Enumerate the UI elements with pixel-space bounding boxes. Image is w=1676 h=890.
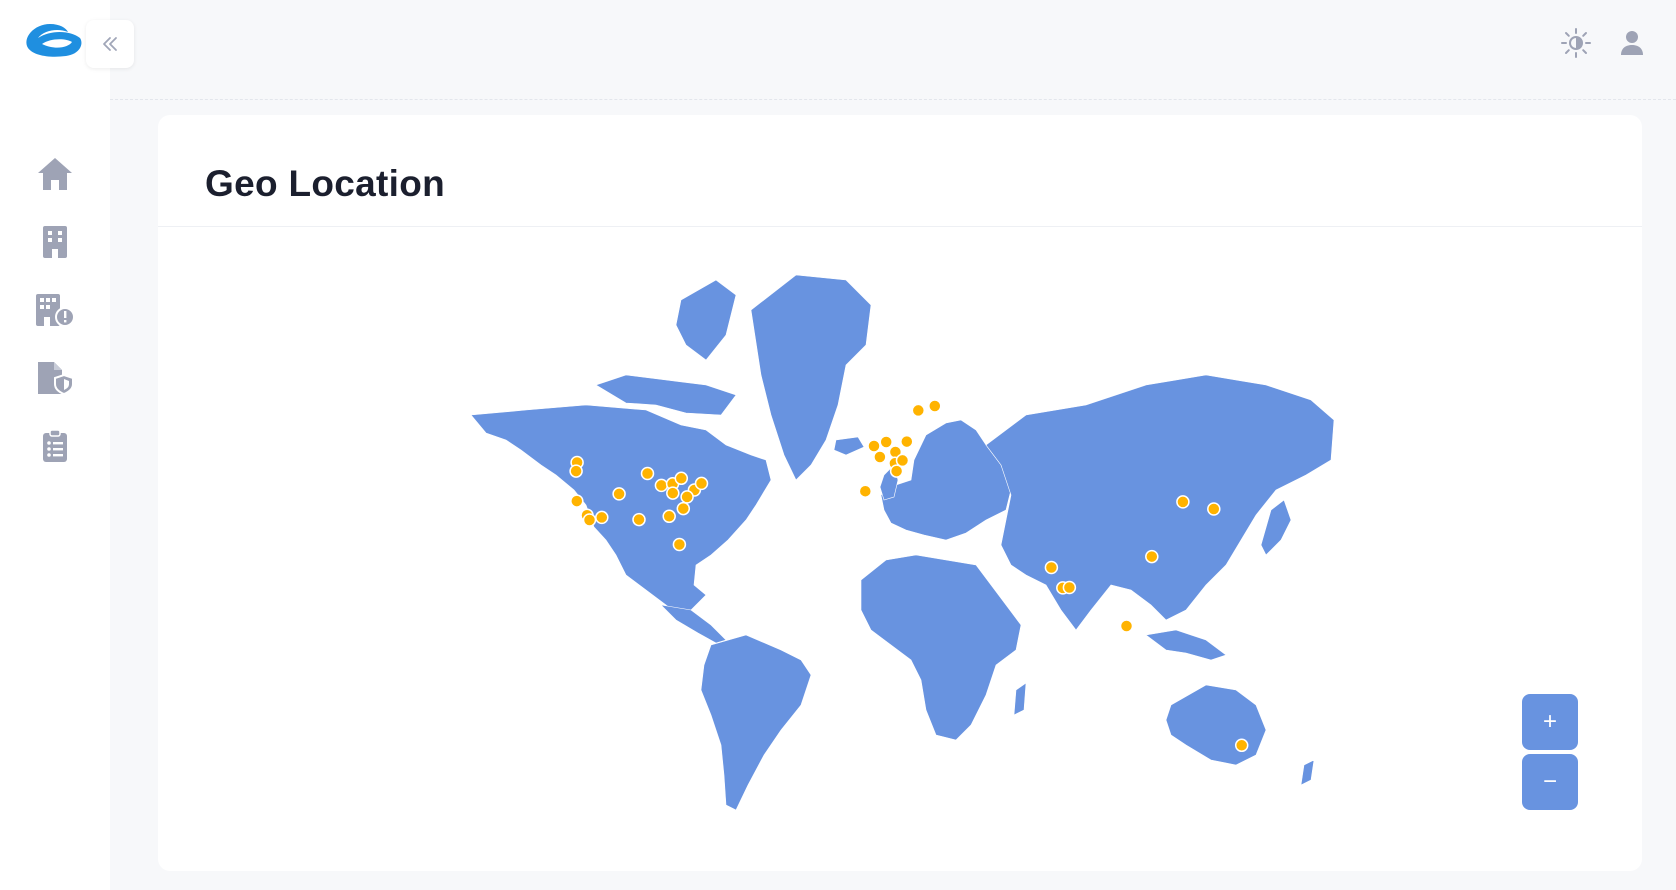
location-marker[interactable] [640, 466, 655, 481]
page-title: Geo Location [205, 163, 445, 204]
building-icon [43, 226, 67, 258]
land-europe [880, 419, 1012, 541]
location-marker[interactable] [873, 450, 887, 464]
location-marker[interactable] [889, 464, 904, 478]
location-marker[interactable] [1044, 560, 1059, 575]
location-marker[interactable] [570, 494, 584, 508]
land-southeast-asia [1145, 629, 1227, 661]
zoom-out-button[interactable]: − [1522, 754, 1578, 810]
location-marker[interactable] [612, 487, 626, 501]
sidebar-item-reports[interactable] [0, 412, 110, 480]
location-marker[interactable] [672, 537, 687, 552]
location-marker[interactable] [879, 435, 893, 449]
building-alert-icon [36, 294, 75, 327]
location-marker[interactable] [582, 513, 597, 527]
sidebar-item-policy[interactable] [0, 344, 110, 412]
location-marker[interactable] [674, 471, 689, 486]
location-marker[interactable] [911, 403, 926, 418]
top-bar [110, 0, 1676, 100]
user-icon [1621, 31, 1643, 55]
location-marker[interactable] [676, 501, 691, 516]
land-south-america [700, 634, 812, 811]
sidebar-item-home[interactable] [0, 140, 110, 208]
land-arctic-islands [675, 279, 737, 361]
sidebar-item-organizations[interactable] [0, 208, 110, 276]
location-marker[interactable] [867, 439, 881, 453]
sidebar [0, 0, 134, 890]
map-land [470, 274, 1335, 811]
document-shield-icon [38, 362, 74, 395]
land-new-zealand [1300, 759, 1315, 786]
world-map[interactable] [466, 265, 1336, 835]
card-header: Geo Location [158, 115, 1642, 227]
location-marker[interactable] [1145, 549, 1159, 564]
location-marker[interactable] [1176, 495, 1190, 509]
location-marker[interactable] [632, 512, 646, 527]
sidebar-item-organization-alerts[interactable] [0, 276, 110, 344]
location-marker[interactable] [654, 478, 669, 493]
location-marker[interactable] [569, 464, 583, 478]
location-marker[interactable] [1234, 738, 1249, 753]
land-japan [1260, 499, 1292, 556]
location-marker[interactable] [1119, 619, 1134, 633]
land-africa [860, 554, 1022, 741]
land-madagascar [1013, 682, 1027, 716]
user-menu-button[interactable] [1615, 26, 1649, 60]
theme-toggle-button[interactable] [1559, 26, 1593, 60]
land-iceland [833, 436, 865, 456]
location-marker[interactable] [666, 486, 680, 500]
land-central-america [660, 604, 727, 644]
location-marker[interactable] [1207, 502, 1221, 516]
clipboard-list-icon [43, 429, 67, 462]
land-north-america [470, 404, 772, 624]
sidebar-nav [0, 140, 110, 480]
location-marker[interactable] [928, 399, 942, 413]
location-marker[interactable] [694, 476, 709, 491]
brand-logo-icon[interactable] [20, 20, 84, 62]
location-marker[interactable] [1062, 580, 1077, 595]
location-marker[interactable] [858, 484, 873, 498]
land-australia [1165, 684, 1267, 766]
location-marker[interactable] [595, 510, 609, 525]
zoom-in-button[interactable]: + [1522, 694, 1578, 750]
geo-location-card: Geo Location + − [158, 115, 1642, 871]
location-marker[interactable] [680, 490, 694, 504]
sun-icon [1561, 28, 1591, 58]
home-icon [38, 158, 72, 190]
location-marker[interactable] [662, 509, 676, 524]
location-marker[interactable] [900, 434, 914, 449]
